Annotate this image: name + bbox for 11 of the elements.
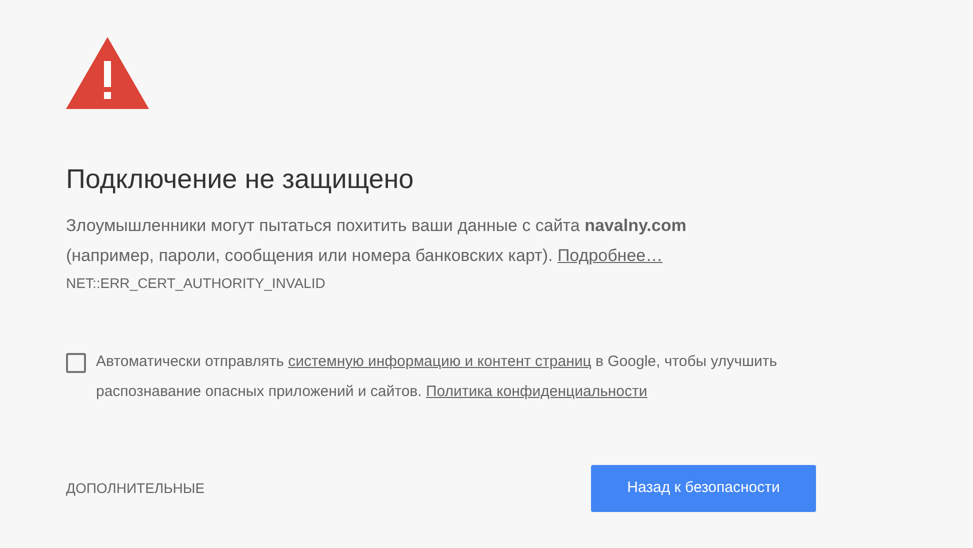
advanced-button[interactable]: ДОПОЛНИТЕЛЬНЫЕ: [66, 470, 205, 507]
description-text: Злоумышленники могут пытаться похитить ваши данные с сайта navalny.com (например, пароли, сообщения или номера банковских карт). Подробнее…: [66, 215, 688, 267]
page-heading: Подключение не защищено: [66, 163, 415, 196]
details-link[interactable]: Подробнее…: [557, 246, 663, 265]
warning-icon: [66, 37, 149, 109]
privacy-policy-link[interactable]: Политика конфиденциальности: [426, 383, 648, 400]
error-code: NET::ERR_CERT_AUTHORITY_INVALID: [66, 274, 326, 293]
back-to-safety-button[interactable]: Назад к безопасности: [591, 465, 816, 512]
report-text: Автоматически отправлять системную информацию и контент страниц в Google, чтобы улучшить распознавание опасных приложений и сайтов. Политика конфиденциальности: [96, 352, 778, 402]
checkbox[interactable]: [66, 353, 86, 373]
system-info-link[interactable]: системную информацию и контент страниц: [288, 353, 592, 370]
